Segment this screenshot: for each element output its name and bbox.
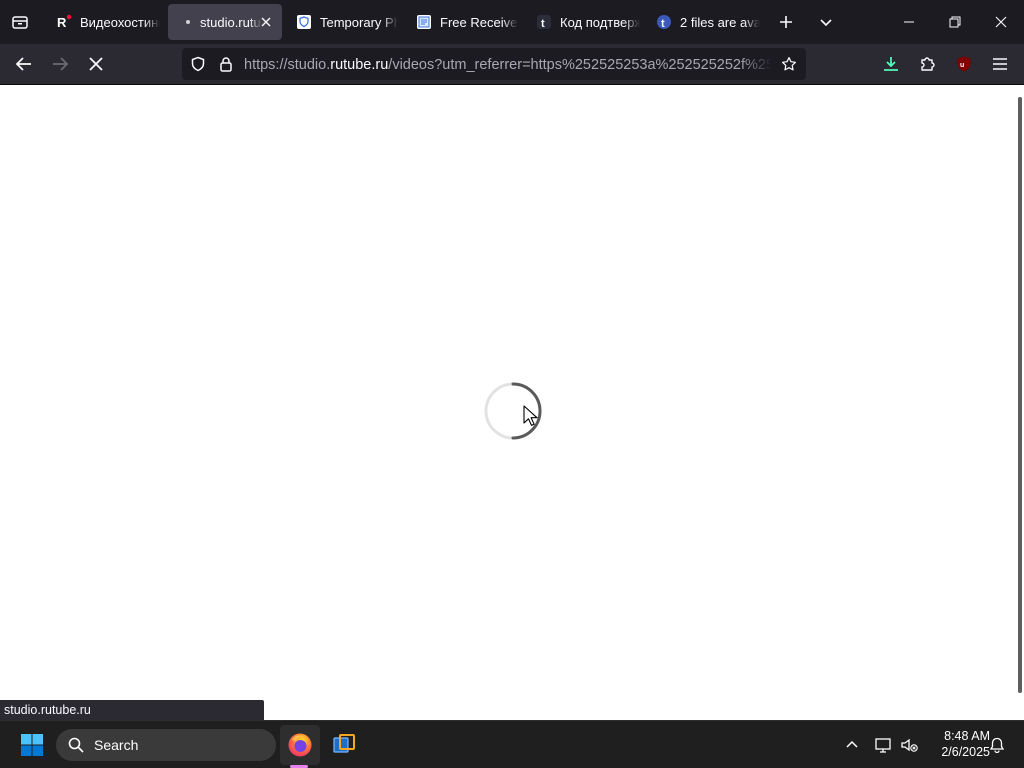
search-label: Search bbox=[94, 737, 139, 753]
lock-icon[interactable] bbox=[218, 56, 234, 72]
notifications-button[interactable] bbox=[985, 733, 1009, 757]
plus-icon bbox=[780, 16, 792, 28]
tumblr-icon: t bbox=[656, 14, 672, 30]
tab-temporary-phone[interactable]: Temporary Phone Number bbox=[286, 4, 404, 40]
virtualbox-icon bbox=[333, 734, 355, 753]
show-hidden-icons-button[interactable] bbox=[840, 733, 864, 757]
tab-files-available[interactable]: t 2 files are available bbox=[646, 4, 766, 40]
url-domain: rutube.ru bbox=[330, 57, 389, 73]
puzzle-icon bbox=[921, 57, 935, 71]
clock-time: 8:48 AM bbox=[944, 729, 990, 743]
chevron-down-icon bbox=[820, 19, 832, 27]
scrollbar[interactable] bbox=[1018, 97, 1022, 693]
arrow-left-icon bbox=[15, 57, 31, 71]
tab-title: Temporary Phone Number bbox=[320, 14, 398, 30]
tab-title: studio.rutube.ru bbox=[200, 14, 262, 30]
stop-button[interactable] bbox=[80, 48, 112, 80]
forward-button[interactable] bbox=[44, 48, 76, 80]
network-tray-button[interactable] bbox=[871, 733, 895, 757]
downloads-button[interactable] bbox=[875, 48, 907, 80]
tab-title: Видеохостинг bbox=[80, 14, 160, 30]
screen: R Видеохостинг studio.rutube.ru Temporar… bbox=[0, 0, 1024, 768]
speaker-muted-icon bbox=[901, 738, 918, 752]
tab-studio-rutube[interactable]: studio.rutube.ru bbox=[168, 4, 282, 40]
shield-page-icon bbox=[296, 14, 312, 30]
volume-tray-button[interactable] bbox=[897, 733, 921, 757]
taskbar-search[interactable]: Search bbox=[56, 729, 276, 761]
bookmark-star-icon[interactable] bbox=[781, 56, 797, 72]
app-menu-button[interactable] bbox=[984, 48, 1016, 80]
back-button[interactable] bbox=[8, 48, 40, 80]
close-tab-icon[interactable] bbox=[258, 14, 274, 30]
taskbar: Search 8:48 AM 2/6/2025 bbox=[0, 720, 1024, 768]
tab-title: 2 files are available bbox=[680, 14, 760, 30]
minimize-icon bbox=[904, 21, 914, 23]
svg-text:t: t bbox=[661, 18, 665, 30]
hamburger-menu-icon bbox=[993, 58, 1007, 70]
close-window-button[interactable] bbox=[978, 0, 1024, 44]
tab-kod-podtverzhdeniya[interactable]: t Код подтверждения bbox=[526, 4, 644, 40]
list-all-tabs-button[interactable] bbox=[812, 8, 840, 36]
svg-text:t: t bbox=[541, 18, 545, 30]
download-icon bbox=[884, 57, 898, 71]
navigation-toolbar: https://studio.rutube.ru/videos?utm_refe… bbox=[0, 44, 1024, 85]
firefox-view-button[interactable] bbox=[6, 8, 34, 36]
status-panel: studio.rutube.ru bbox=[0, 700, 264, 720]
rutube-icon: R bbox=[56, 14, 72, 30]
search-icon bbox=[68, 737, 84, 753]
taskbar-clock[interactable]: 8:48 AM 2/6/2025 bbox=[922, 728, 990, 760]
monitor-network-icon bbox=[875, 738, 891, 753]
clock-date: 2/6/2025 bbox=[941, 745, 990, 759]
loading-dot-icon bbox=[184, 14, 192, 30]
start-button[interactable] bbox=[12, 729, 52, 761]
taskbar-virtualbox[interactable] bbox=[324, 725, 364, 765]
firefox-icon bbox=[288, 733, 312, 757]
chevron-up-icon bbox=[846, 740, 858, 748]
tumblr-icon: t bbox=[536, 14, 552, 30]
svg-text:u: u bbox=[960, 62, 964, 69]
ublock-origin-button[interactable]: u bbox=[948, 48, 980, 80]
minimize-button[interactable] bbox=[886, 0, 932, 44]
mouse-cursor-icon bbox=[523, 405, 538, 426]
windows-logo-icon bbox=[21, 734, 43, 756]
tab-strip: R Видеохостинг studio.rutube.ru Temporar… bbox=[0, 0, 1024, 44]
new-tab-button[interactable] bbox=[772, 8, 800, 36]
tab-free-receive-sms[interactable]: Free Receive SMS bbox=[406, 4, 524, 40]
page-content bbox=[0, 85, 1024, 720]
restore-button[interactable] bbox=[932, 0, 978, 44]
ublock-icon: u bbox=[957, 56, 971, 72]
address-bar[interactable]: https://studio.rutube.ru/videos?utm_refe… bbox=[182, 48, 806, 80]
restore-icon bbox=[949, 16, 961, 28]
tracking-protection-icon[interactable] bbox=[190, 56, 206, 72]
tab-title: Код подтверждения bbox=[560, 14, 640, 30]
stop-icon bbox=[89, 57, 103, 71]
page-icon bbox=[416, 14, 432, 30]
close-icon bbox=[995, 16, 1007, 28]
firefox-view-icon bbox=[12, 16, 28, 29]
tab-videohosting[interactable]: R Видеохостинг bbox=[48, 4, 164, 40]
arrow-right-icon bbox=[53, 57, 69, 71]
tab-title: Free Receive SMS bbox=[440, 14, 518, 30]
bell-icon bbox=[989, 737, 1005, 753]
url-prefix: https://studio. bbox=[244, 57, 331, 73]
url-text[interactable]: https://studio.rutube.ru/videos?utm_refe… bbox=[244, 56, 772, 74]
taskbar-firefox[interactable] bbox=[280, 725, 320, 765]
svg-text:R: R bbox=[57, 15, 67, 30]
url-path: /videos?utm_referrer=https%252525253a%25… bbox=[388, 57, 772, 73]
extensions-button[interactable] bbox=[912, 48, 944, 80]
